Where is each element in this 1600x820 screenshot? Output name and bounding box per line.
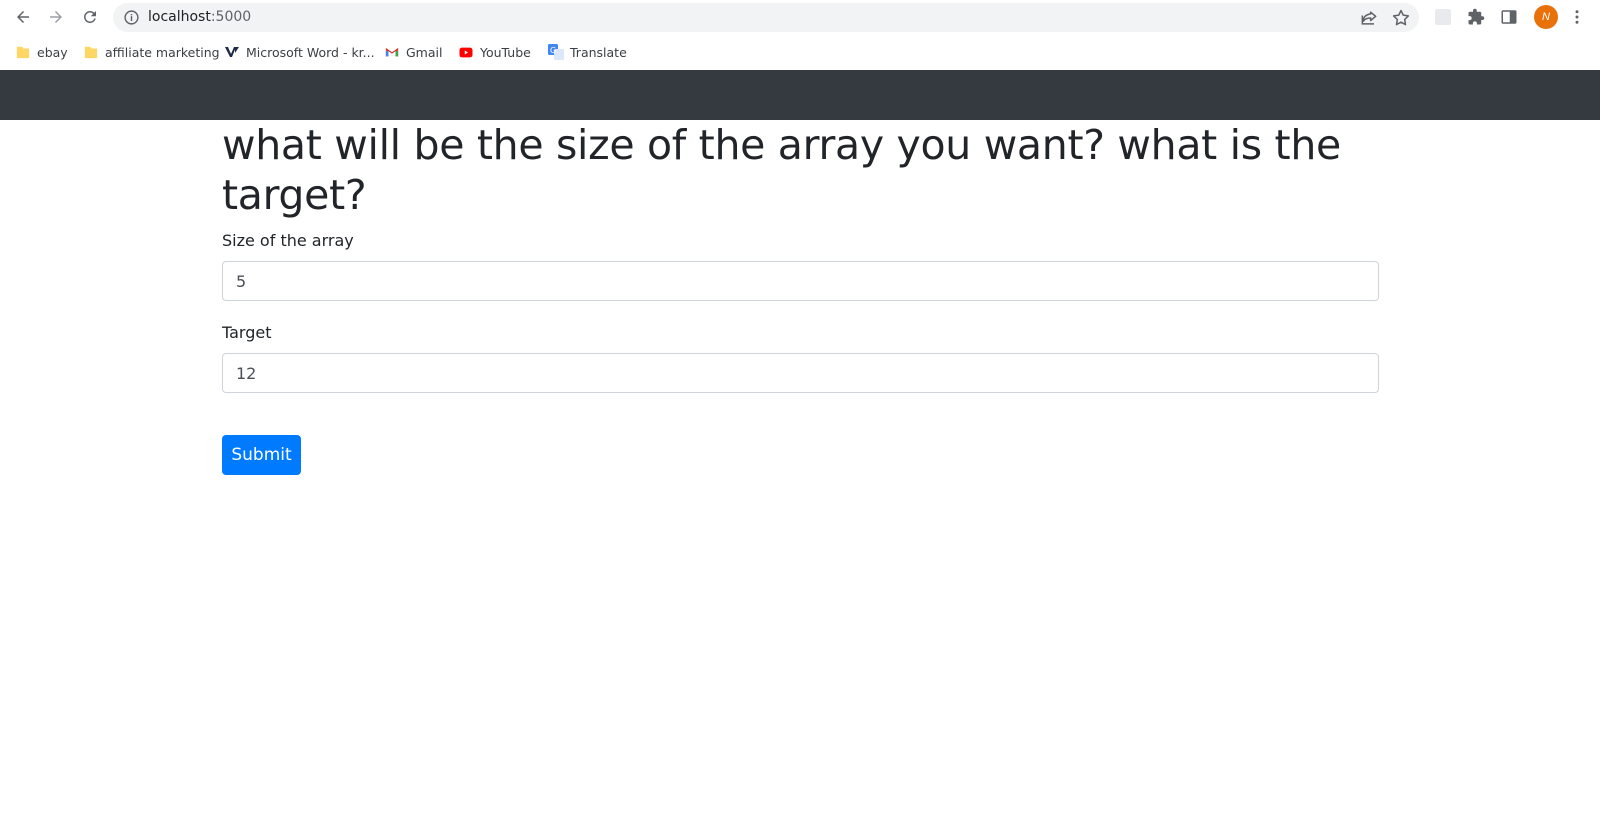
url-host: localhost bbox=[148, 9, 211, 25]
bookmark-label: YouTube bbox=[480, 44, 531, 60]
svg-text:G: G bbox=[550, 46, 556, 55]
url-port: :5000 bbox=[210, 9, 252, 25]
gmail-icon bbox=[384, 44, 400, 60]
bookmark-affiliate-marketing[interactable]: affiliate marketing bbox=[83, 42, 220, 62]
bookmark-ebay[interactable]: ebay bbox=[15, 42, 68, 62]
star-icon[interactable] bbox=[1391, 8, 1411, 28]
forward-button[interactable] bbox=[45, 6, 67, 28]
extension-placeholder-icon[interactable] bbox=[1432, 6, 1454, 28]
size-input[interactable] bbox=[222, 261, 1379, 301]
bookmark-translate[interactable]: G Translate bbox=[548, 42, 627, 62]
word-icon bbox=[224, 44, 240, 60]
target-input[interactable] bbox=[222, 353, 1379, 393]
arrow-right-icon bbox=[50, 11, 62, 23]
reload-button[interactable] bbox=[79, 6, 101, 28]
profile-initial: N bbox=[1542, 11, 1550, 23]
folder-icon bbox=[15, 44, 31, 60]
translate-icon: G bbox=[548, 44, 564, 60]
site-navbar bbox=[0, 70, 1600, 120]
back-button[interactable] bbox=[12, 6, 34, 28]
arrow-left-icon bbox=[17, 11, 29, 23]
form-container: what will be the size of the array you w… bbox=[222, 120, 1379, 475]
share-icon[interactable] bbox=[1359, 8, 1379, 28]
url-text[interactable]: localhost:5000 bbox=[148, 9, 251, 25]
bookmark-label: Gmail bbox=[406, 44, 443, 60]
profile-avatar[interactable]: N bbox=[1534, 5, 1558, 29]
bookmark-label: Microsoft Word - kr... bbox=[246, 44, 375, 60]
bookmark-label: ebay bbox=[37, 44, 68, 60]
bookmark-label: Translate bbox=[570, 44, 627, 60]
address-bar[interactable]: localhost:5000 bbox=[113, 3, 1419, 32]
reload-icon bbox=[84, 11, 96, 23]
youtube-icon bbox=[458, 44, 474, 60]
bookmark-youtube[interactable]: YouTube bbox=[458, 42, 531, 62]
bookmark-gmail[interactable]: Gmail bbox=[384, 42, 442, 62]
browser-toolbar: localhost:5000 N bbox=[0, 0, 1600, 35]
menu-kebab-icon[interactable] bbox=[1566, 6, 1588, 28]
folder-icon bbox=[83, 44, 99, 60]
bookmark-microsoft-word[interactable]: Microsoft Word - kr... bbox=[224, 42, 375, 62]
page-title: what will be the size of the array you w… bbox=[222, 121, 1341, 219]
bookmark-label: affiliate marketing bbox=[105, 44, 220, 60]
bookmarks-bar: ebay affiliate marketing Microsoft Word … bbox=[0, 35, 1600, 69]
extensions-puzzle-icon[interactable] bbox=[1465, 6, 1487, 28]
info-icon[interactable] bbox=[123, 9, 140, 26]
target-label: Target bbox=[222, 323, 272, 342]
side-panel-icon[interactable] bbox=[1498, 6, 1520, 28]
size-label: Size of the array bbox=[222, 231, 354, 250]
submit-button[interactable]: Submit bbox=[222, 435, 301, 475]
array-form: Size of the array Target Submit bbox=[222, 231, 1379, 475]
